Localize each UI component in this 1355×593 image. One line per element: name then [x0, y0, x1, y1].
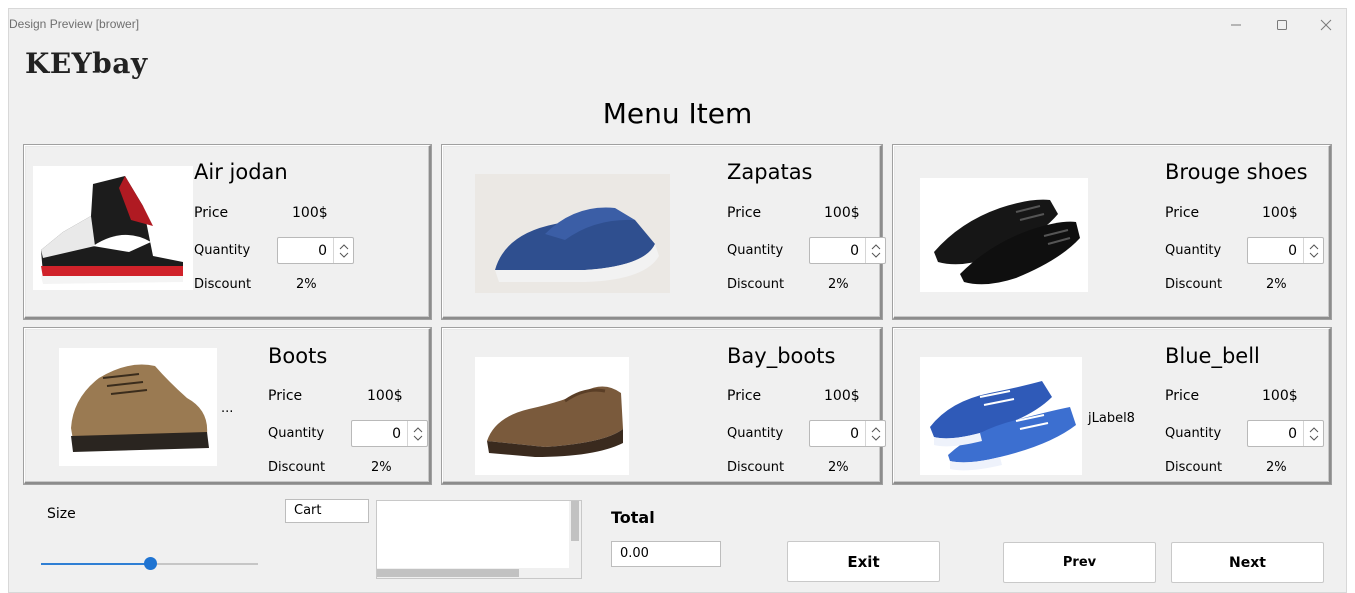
minimize-button[interactable] — [1216, 13, 1256, 37]
product-name: Boots — [268, 344, 328, 368]
spinner-arrows-icon[interactable] — [1303, 421, 1323, 446]
quantity-value: 0 — [1288, 242, 1297, 259]
spinner-arrows-icon[interactable] — [1303, 238, 1323, 263]
discount-label: Discount — [1165, 460, 1223, 475]
product-card-brouge-shoes: Brouge shoes Price 100$ Quantity 0 Disco… — [893, 145, 1331, 319]
discount-value: 2% — [1266, 277, 1287, 292]
product-card-bay-boots: Bay_boots Price 100$ Quantity 0 Discount… — [442, 328, 886, 484]
price-label: Price — [194, 205, 229, 221]
price-label: Price — [727, 388, 762, 404]
blue-running-sneakers-image — [920, 357, 1082, 475]
quantity-label: Quantity — [727, 426, 784, 441]
quantity-value: 0 — [392, 425, 401, 442]
quantity-value: 0 — [850, 242, 859, 259]
high-top-sneaker-icon — [41, 176, 183, 284]
size-label: Size — [47, 506, 76, 522]
spinner-arrows-icon[interactable] — [865, 421, 885, 446]
price-value: 100$ — [367, 388, 403, 404]
product-card-air-jodan: Air jodan Price 100$ Quantity 0 Discount… — [24, 145, 431, 319]
price-label: Price — [268, 388, 303, 404]
product-name: Brouge shoes — [1165, 160, 1308, 184]
price-value: 100$ — [1262, 388, 1298, 404]
product-card-zapatas: Zapatas Price 100$ Quantity 0 Discount 2… — [442, 145, 886, 319]
size-slider[interactable] — [41, 557, 258, 570]
black-oxford-shoes-icon — [934, 199, 1080, 285]
prev-button[interactable]: Prev — [1003, 542, 1156, 583]
maximize-icon — [1277, 20, 1287, 30]
discount-value: 2% — [828, 460, 849, 475]
minimize-icon — [1231, 24, 1241, 26]
cart-list-vertical-scrollbar[interactable] — [569, 501, 581, 578]
price-value: 100$ — [1262, 205, 1298, 221]
quantity-stepper[interactable]: 0 — [1247, 237, 1324, 264]
exit-button[interactable]: Exit — [787, 541, 940, 582]
close-button[interactable] — [1306, 13, 1346, 37]
page-title: Menu Item — [602, 97, 753, 130]
price-value: 100$ — [824, 205, 860, 221]
app-window: Design Preview [brower] KEYbay Menu Item… — [8, 8, 1347, 593]
quantity-value: 0 — [1288, 425, 1297, 442]
quantity-label: Quantity — [1165, 243, 1222, 258]
close-icon — [1320, 19, 1332, 31]
discount-label: Discount — [194, 277, 252, 292]
quantity-value: 0 — [318, 242, 327, 259]
spinner-arrows-icon[interactable] — [407, 421, 427, 446]
price-value: 100$ — [292, 205, 328, 221]
product-name: Blue_bell — [1165, 344, 1260, 368]
black-oxford-shoes-image — [920, 178, 1088, 292]
quantity-stepper[interactable]: 0 — [809, 237, 886, 264]
product-card-boots: ... Boots Price 100$ Quantity 0 Discount… — [24, 328, 431, 484]
discount-label: Discount — [268, 460, 326, 475]
extra-label: jLabel8 — [1088, 411, 1135, 426]
blue-canvas-shoe-image — [475, 174, 670, 293]
discount-value: 2% — [371, 460, 392, 475]
maximize-button[interactable] — [1262, 13, 1302, 37]
brand-logo: KEYbay — [25, 47, 148, 80]
high-top-sneaker-image — [33, 166, 193, 290]
discount-label: Discount — [727, 277, 785, 292]
discount-label: Discount — [1165, 277, 1223, 292]
product-name: Bay_boots — [727, 344, 836, 368]
quantity-stepper[interactable]: 0 — [277, 237, 354, 264]
brown-lace-boot-image — [59, 348, 217, 466]
title-bar: Design Preview [brower] — [9, 9, 1346, 43]
quantity-value: 0 — [850, 425, 859, 442]
brown-lace-boot-icon — [71, 364, 209, 452]
brown-slip-on-shoe-image — [475, 357, 629, 475]
total-field[interactable]: 0.00 — [611, 541, 721, 567]
blue-running-sneakers-icon — [930, 381, 1076, 471]
discount-label: Discount — [727, 460, 785, 475]
discount-value: 2% — [1266, 460, 1287, 475]
brown-slip-on-shoe-icon — [487, 386, 623, 457]
quantity-stepper[interactable]: 0 — [809, 420, 886, 447]
price-label: Price — [1165, 388, 1200, 404]
next-button[interactable]: Next — [1171, 542, 1324, 583]
discount-value: 2% — [828, 277, 849, 292]
cart-field[interactable]: Cart — [285, 499, 369, 523]
quantity-label: Quantity — [194, 243, 251, 258]
quantity-label: Quantity — [1165, 426, 1222, 441]
product-card-blue-bell: jLabel8 Blue_bell Price 100$ Quantity 0 … — [893, 328, 1331, 484]
extra-label: ... — [221, 401, 234, 416]
product-name: Air jodan — [194, 160, 288, 184]
spinner-arrows-icon[interactable] — [333, 238, 353, 263]
quantity-label: Quantity — [727, 243, 784, 258]
discount-value: 2% — [296, 277, 317, 292]
cart-list-horizontal-scrollbar[interactable] — [377, 568, 581, 578]
price-label: Price — [727, 205, 762, 221]
cart-list[interactable] — [376, 500, 582, 579]
window-title: Design Preview [brower] — [9, 17, 140, 31]
quantity-stepper[interactable]: 0 — [351, 420, 428, 447]
spinner-arrows-icon[interactable] — [865, 238, 885, 263]
size-slider-thumb[interactable] — [143, 557, 157, 570]
quantity-label: Quantity — [268, 426, 325, 441]
quantity-stepper[interactable]: 0 — [1247, 420, 1324, 447]
price-label: Price — [1165, 205, 1200, 221]
product-name: Zapatas — [727, 160, 813, 184]
price-value: 100$ — [824, 388, 860, 404]
total-label: Total — [611, 508, 655, 527]
blue-canvas-shoe-icon — [475, 174, 670, 293]
size-slider-fill — [41, 563, 150, 565]
